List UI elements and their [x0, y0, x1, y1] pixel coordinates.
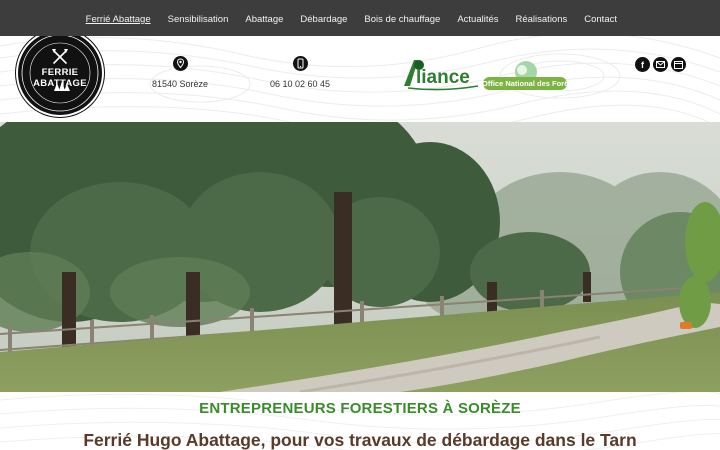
top-navigation: Ferrié Abattage Sensibilisation Abattage… [0, 0, 720, 36]
address-block: 81540 Sorèze [150, 56, 210, 89]
forest-road-photo [0, 122, 720, 392]
social-icons: f [632, 57, 686, 72]
location-pin-icon [172, 56, 188, 71]
site-header: FERRIE ABATTAGE 81540 Sorèze 06 10 02 60… [0, 36, 720, 122]
facebook-icon[interactable]: f [635, 57, 650, 72]
phone-text[interactable]: 06 10 02 60 45 [268, 79, 332, 89]
section-subtitle: ENTREPRENEURS FORESTIERS À SORÈZE [199, 400, 521, 417]
nav-item-ferrie-abattage[interactable]: Ferrié Abattage [86, 14, 151, 25]
alliance-forets-bois-logo[interactable]: liance [402, 56, 480, 92]
ferrie-abattage-logo[interactable]: FERRIE ABATTAGE [16, 36, 104, 117]
nav-item-actualites[interactable]: Actualités [457, 14, 498, 25]
phone-icon [292, 56, 308, 71]
calendar-icon[interactable] [671, 57, 686, 72]
hero-forest-image [0, 122, 720, 392]
onf-logo-graphic [483, 61, 567, 90]
email-icon[interactable] [653, 57, 668, 72]
address-text: 81540 Sorèze [151, 79, 209, 89]
phone-block[interactable]: 06 10 02 60 45 [268, 56, 332, 89]
nav-item-contact[interactable]: Contact [584, 14, 617, 25]
intro-section: ENTREPRENEURS FORESTIERS À SORÈZE Ferrié… [0, 392, 720, 450]
logo-text: FERRIE ABATTAGE [33, 67, 87, 89]
page-headline: Ferrié Hugo Abattage, pour vos travaux d… [83, 430, 637, 450]
nav-item-debardage[interactable]: Débardage [300, 14, 347, 25]
alliance-logo-graphic: liance [404, 60, 479, 91]
onf-label: Office National des Forêts [482, 79, 575, 88]
nav-item-abattage[interactable]: Abattage [245, 14, 283, 25]
nav-item-sensibilisation[interactable]: Sensibilisation [168, 14, 229, 25]
svg-text:liance: liance [416, 67, 470, 88]
nav-menu: Ferrié Abattage Sensibilisation Abattage… [0, 0, 720, 36]
onf-logo[interactable]: Office National des Forêts [482, 60, 575, 94]
nav-item-bois-de-chauffage[interactable]: Bois de chauffage [364, 14, 440, 25]
wood-grain-background [0, 36, 720, 122]
nav-item-realisations[interactable]: Réalisations [516, 14, 568, 25]
